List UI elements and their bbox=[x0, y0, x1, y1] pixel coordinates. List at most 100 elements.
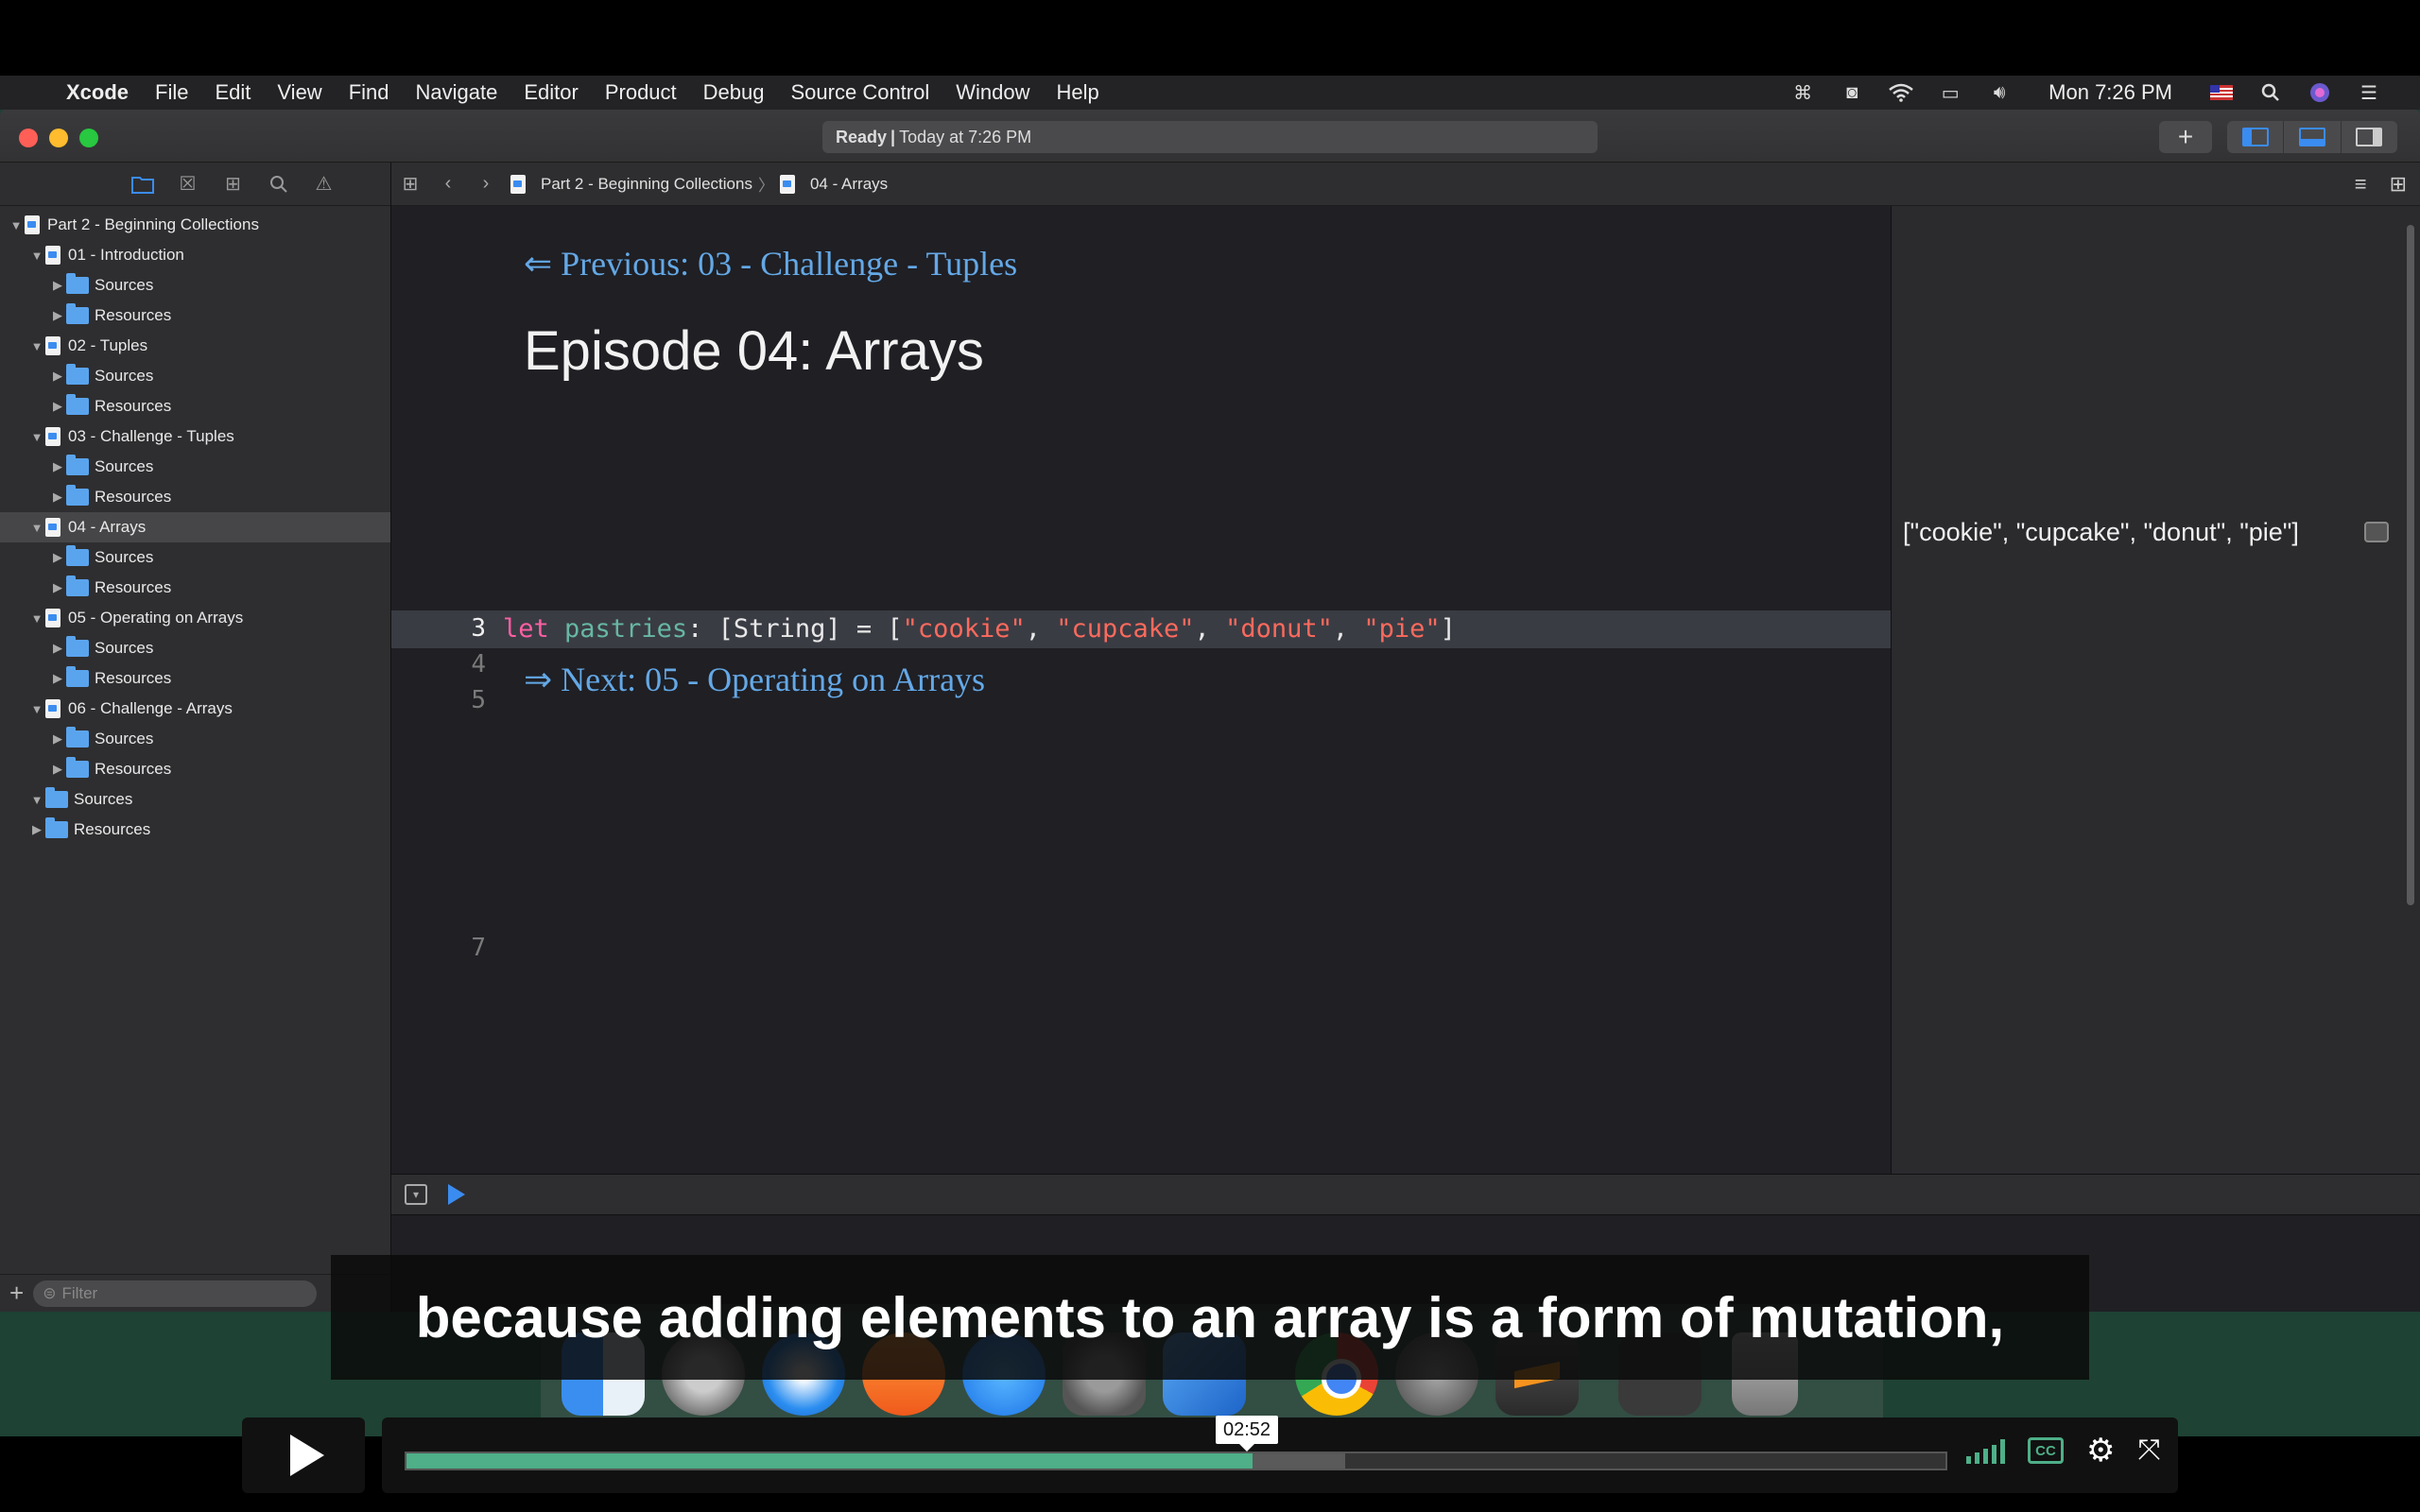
volume-icon[interactable]: 🔊︎ bbox=[1986, 82, 2013, 103]
tree-item-folder[interactable]: ▶ Resources bbox=[0, 573, 390, 603]
tree-item-page[interactable]: ▼ 01 - Introduction bbox=[0, 240, 390, 270]
tree-item-page[interactable]: ▼ 03 - Challenge - Tuples bbox=[0, 421, 390, 452]
back-arrow-icon[interactable]: ‹ bbox=[429, 173, 467, 195]
closed-captions-icon[interactable]: CC bbox=[2028, 1437, 2064, 1464]
toggle-inspector-button[interactable] bbox=[2342, 121, 2397, 153]
disclosure-closed-icon[interactable]: ▶ bbox=[49, 308, 66, 323]
volume-bars-icon[interactable] bbox=[1966, 1437, 2005, 1464]
settings-gear-icon[interactable]: ⚙ bbox=[2086, 1435, 2115, 1467]
disclosure-closed-icon[interactable]: ▶ bbox=[49, 490, 66, 505]
toggle-navigator-button[interactable] bbox=[2227, 121, 2285, 153]
source-control-navigator-tab-icon[interactable]: ☒ bbox=[176, 172, 200, 197]
tree-item-folder[interactable]: ▶ Resources bbox=[0, 301, 390, 331]
code-line-pastries[interactable]: let pastries: [String] = ["cookie", "cup… bbox=[503, 614, 1456, 644]
disclosure-closed-icon[interactable]: ▶ bbox=[49, 731, 66, 747]
menu-find[interactable]: Find bbox=[336, 80, 403, 105]
menu-file[interactable]: File bbox=[142, 80, 201, 105]
breadcrumb-page[interactable]: 04 - Arrays bbox=[774, 174, 893, 194]
hide-debug-area-icon[interactable]: ▾ bbox=[405, 1184, 427, 1205]
disclosure-open-icon[interactable]: ▼ bbox=[28, 702, 45, 716]
command-icon[interactable]: ⌘ bbox=[1789, 82, 1816, 104]
wifi-icon[interactable] bbox=[1888, 82, 1914, 103]
disclosure-closed-icon[interactable]: ▶ bbox=[49, 369, 66, 384]
filter-input[interactable]: ⊜ Filter bbox=[33, 1280, 318, 1307]
run-playground-icon[interactable] bbox=[448, 1184, 465, 1205]
disclosure-open-icon[interactable]: ▼ bbox=[8, 218, 25, 232]
jumpbar-right-icons: ≡ ⊞ bbox=[2355, 172, 2420, 197]
menu-navigate[interactable]: Navigate bbox=[403, 80, 511, 105]
disclosure-closed-icon[interactable]: ▶ bbox=[49, 580, 66, 595]
tree-item-folder[interactable]: ▶ Resources bbox=[0, 482, 390, 512]
disclosure-closed-icon[interactable]: ▶ bbox=[28, 822, 45, 837]
tree-item-folder[interactable]: ▼ Sources bbox=[0, 784, 390, 815]
menu-editor[interactable]: Editor bbox=[510, 80, 591, 105]
tree-item-folder[interactable]: ▶ Resources bbox=[0, 754, 390, 784]
close-window-button[interactable] bbox=[19, 129, 38, 147]
menu-app-xcode[interactable]: Xcode bbox=[57, 80, 142, 105]
zoom-window-button[interactable] bbox=[79, 129, 98, 147]
disclosure-closed-icon[interactable]: ▶ bbox=[49, 459, 66, 474]
forward-arrow-icon[interactable]: › bbox=[467, 173, 505, 195]
menu-product[interactable]: Product bbox=[592, 80, 690, 105]
project-navigator-tab-icon[interactable] bbox=[130, 172, 155, 197]
siri-icon[interactable] bbox=[2307, 82, 2333, 103]
progress-bar[interactable] bbox=[405, 1452, 1947, 1470]
tree-item-folder[interactable]: ▶ Resources bbox=[0, 815, 390, 845]
add-editor-icon[interactable]: ⊞ bbox=[2390, 172, 2407, 197]
disclosure-open-icon[interactable]: ▼ bbox=[28, 339, 45, 353]
toggle-debug-area-button[interactable] bbox=[2284, 121, 2342, 153]
tree-item-page[interactable]: ▼ 06 - Challenge - Arrays bbox=[0, 694, 390, 724]
menu-source-control[interactable]: Source Control bbox=[778, 80, 943, 105]
flag-icon[interactable] bbox=[2208, 82, 2235, 103]
tree-item-page[interactable]: ▼ 05 - Operating on Arrays bbox=[0, 603, 390, 633]
exit-fullscreen-icon[interactable]: ⤧ bbox=[2137, 1436, 2160, 1465]
symbol-navigator-tab-icon[interactable]: ⊞ bbox=[221, 172, 246, 197]
library-add-button[interactable]: + bbox=[2159, 121, 2212, 153]
disclosure-open-icon[interactable]: ▼ bbox=[28, 521, 45, 535]
tree-item-folder[interactable]: ▶ Resources bbox=[0, 663, 390, 694]
minimize-window-button[interactable] bbox=[49, 129, 68, 147]
issue-navigator-tab-icon[interactable]: ⚠︎ bbox=[312, 172, 337, 197]
menu-window[interactable]: Window bbox=[942, 80, 1043, 105]
menubar-clock[interactable]: Mon 7:26 PM bbox=[2035, 80, 2186, 105]
tree-item-folder[interactable]: ▶ Sources bbox=[0, 542, 390, 573]
next-page-link[interactable]: ⇒ Next: 05 - Operating on Arrays bbox=[524, 660, 985, 699]
source-editor[interactable]: ⇐ Previous: 03 - Challenge - Tuples Epis… bbox=[391, 206, 1891, 1174]
tree-item-folder[interactable]: ▶ Resources bbox=[0, 391, 390, 421]
menu-edit[interactable]: Edit bbox=[201, 80, 264, 105]
editor-scrollbar[interactable] bbox=[2407, 225, 2414, 905]
previous-page-link[interactable]: ⇐ Previous: 03 - Challenge - Tuples bbox=[524, 244, 1017, 284]
editor-options-icon[interactable]: ≡ bbox=[2355, 172, 2367, 197]
show-result-button[interactable] bbox=[2364, 522, 2389, 542]
airplay-icon[interactable]: ▭ bbox=[1937, 82, 1963, 104]
disclosure-open-icon[interactable]: ▼ bbox=[28, 793, 45, 807]
play-button[interactable] bbox=[242, 1418, 365, 1493]
add-file-button[interactable]: + bbox=[9, 1279, 24, 1308]
tree-item-folder[interactable]: ▶ Sources bbox=[0, 361, 390, 391]
tree-item-folder[interactable]: ▶ Sources bbox=[0, 270, 390, 301]
disclosure-open-icon[interactable]: ▼ bbox=[28, 249, 45, 263]
disclosure-closed-icon[interactable]: ▶ bbox=[49, 399, 66, 414]
tree-item-page[interactable]: ▼ 04 - Arrays bbox=[0, 512, 390, 542]
disclosure-closed-icon[interactable]: ▶ bbox=[49, 641, 66, 656]
menu-debug[interactable]: Debug bbox=[690, 80, 778, 105]
spotlight-search-icon[interactable] bbox=[2257, 82, 2284, 103]
disclosure-open-icon[interactable]: ▼ bbox=[28, 430, 45, 444]
menu-view[interactable]: View bbox=[264, 80, 335, 105]
breadcrumb-project[interactable]: Part 2 - Beginning Collections bbox=[505, 174, 758, 194]
disclosure-closed-icon[interactable]: ▶ bbox=[49, 762, 66, 777]
tree-item-folder[interactable]: ▶ Sources bbox=[0, 452, 390, 482]
tree-item-page[interactable]: ▼ Part 2 - Beginning Collections bbox=[0, 210, 390, 240]
menu-help[interactable]: Help bbox=[1044, 80, 1113, 105]
find-navigator-tab-icon[interactable] bbox=[267, 172, 291, 197]
tree-item-folder[interactable]: ▶ Sources bbox=[0, 633, 390, 663]
disclosure-closed-icon[interactable]: ▶ bbox=[49, 550, 66, 565]
tree-item-page[interactable]: ▼ 02 - Tuples bbox=[0, 331, 390, 361]
disclosure-open-icon[interactable]: ▼ bbox=[28, 611, 45, 626]
notification-center-icon[interactable]: ☰ bbox=[2356, 82, 2382, 104]
screen-record-icon[interactable]: ◙ bbox=[1839, 82, 1865, 103]
disclosure-closed-icon[interactable]: ▶ bbox=[49, 278, 66, 293]
tree-item-folder[interactable]: ▶ Sources bbox=[0, 724, 390, 754]
disclosure-closed-icon[interactable]: ▶ bbox=[49, 671, 66, 686]
related-items-icon[interactable]: ⊞ bbox=[391, 172, 429, 196]
